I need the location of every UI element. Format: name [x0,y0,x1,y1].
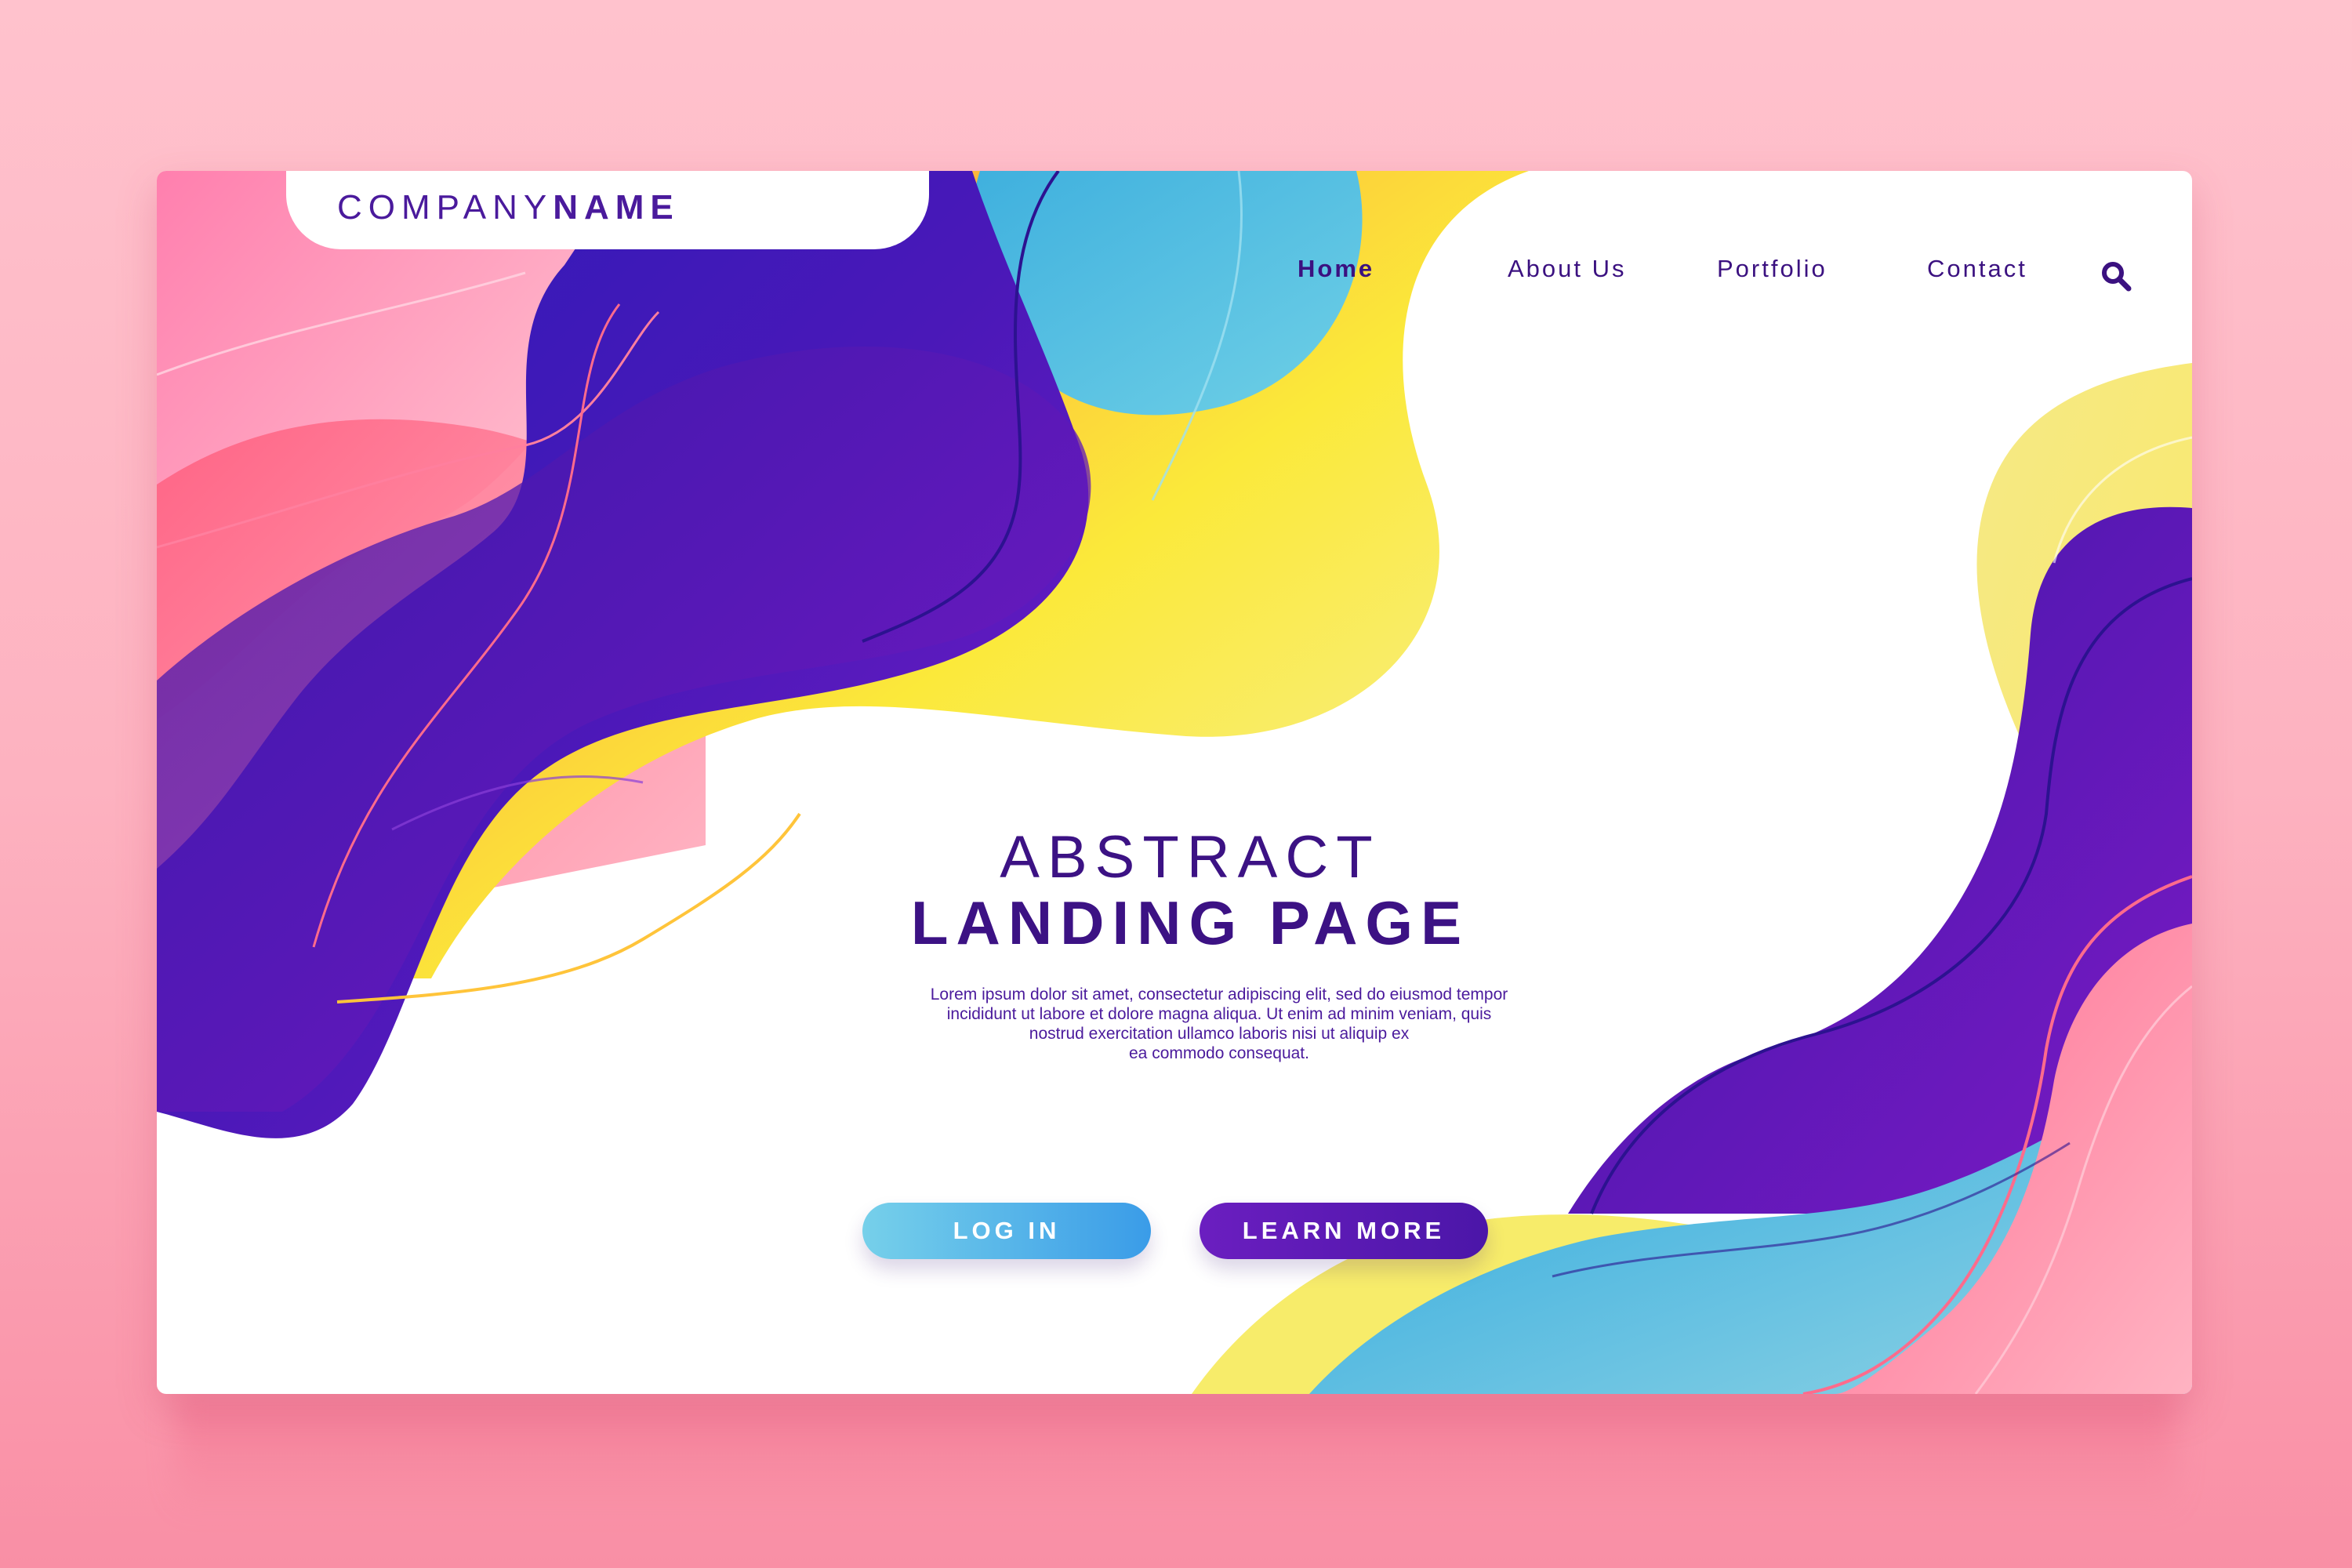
hero-title-line-1: ABSTRACT [1000,824,1381,891]
logo-text-light: COMPANY [337,188,554,227]
nav-item-about-us[interactable]: About Us [1508,255,1627,283]
company-logo[interactable]: COMPANYNAME [337,188,680,227]
hero-description-line: nostrud exercitation ullamco laboris nis… [1029,1025,1410,1043]
card-shadow [176,1396,2176,1513]
hero-description: Lorem ipsum dolor sit amet, consectetur … [827,985,1611,1063]
landing-page-card: COMPANYNAME Home About Us Portfolio Cont… [157,171,2192,1394]
hero-description-line: ea commodo consequat. [1129,1044,1309,1062]
login-button[interactable]: LOG IN [862,1203,1151,1259]
logo-text-bold: NAME [553,188,680,227]
main-nav: Home About Us Portfolio Contact [157,255,2192,302]
hero-title-line-2: LANDING PAGE [910,888,1470,957]
hero-description-line: incididunt ut labore et dolore magna ali… [946,1005,1492,1023]
hero-description-line: Lorem ipsum dolor sit amet, consectetur … [930,985,1508,1004]
nav-item-portfolio[interactable]: Portfolio [1717,255,1828,283]
nav-item-home[interactable]: Home [1298,255,1374,283]
search-icon[interactable] [2097,257,2135,295]
learn-more-button[interactable]: LEARN MORE [1200,1203,1488,1259]
nav-item-contact[interactable]: Contact [1927,255,2027,283]
abstract-wave-background [157,171,2192,1394]
